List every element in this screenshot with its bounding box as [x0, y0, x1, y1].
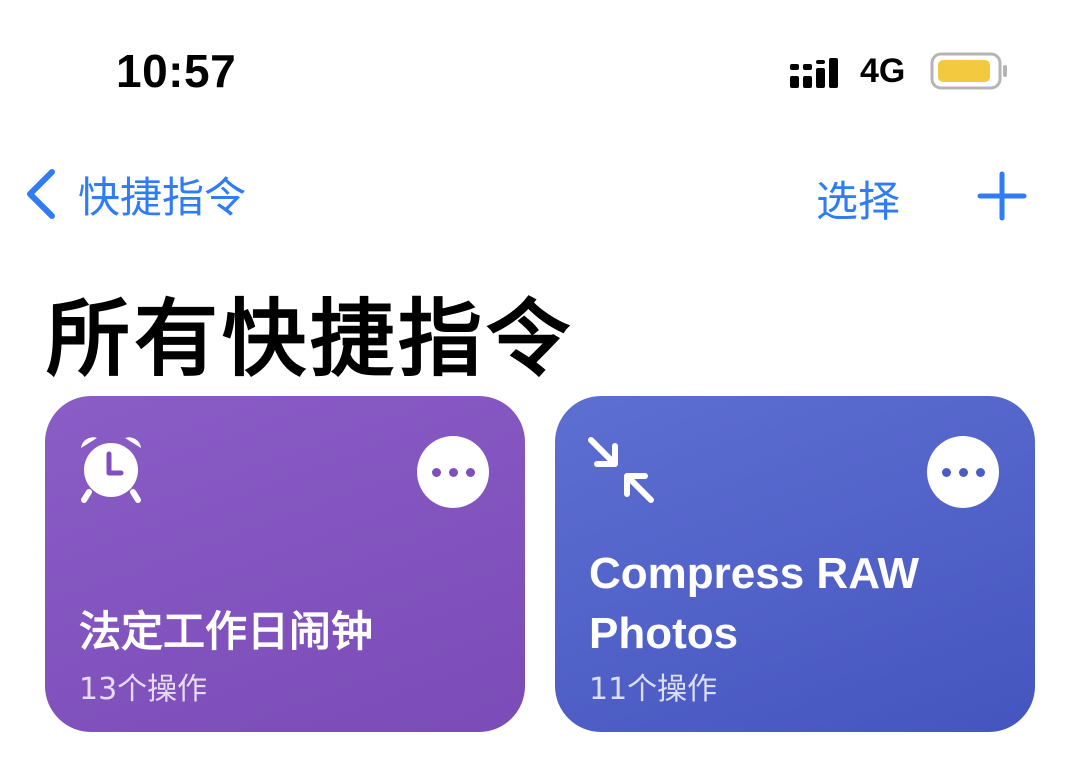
shortcut-title: 法定工作日闹钟	[79, 607, 374, 656]
alarm-clock-icon	[81, 437, 141, 503]
battery-icon	[930, 52, 1007, 90]
shortcut-title-line: Photos	[589, 609, 739, 658]
status-time: 10:57	[116, 45, 237, 97]
shortcut-card[interactable]: Compress RAW Photos 11个操作	[555, 396, 1035, 732]
shortcut-title: Compress RAW Photos	[589, 544, 989, 664]
shortcut-title-line: Compress RAW	[589, 549, 920, 598]
navigation-bar: 快捷指令 选择	[0, 150, 1080, 240]
shortcut-action-count: 13个操作	[79, 672, 208, 707]
status-bar: 10:57 4G	[0, 0, 1080, 140]
page-title: 所有快捷指令	[46, 290, 575, 388]
more-options-button[interactable]	[417, 436, 489, 508]
shortcut-card[interactable]: 法定工作日闹钟 13个操作	[45, 396, 525, 732]
more-dot-icon	[448, 467, 458, 477]
more-dot-icon	[941, 467, 951, 477]
more-dot-icon	[465, 467, 475, 477]
plus-icon[interactable]	[974, 168, 1030, 224]
chevron-left-icon	[27, 169, 55, 219]
more-dot-icon	[958, 467, 968, 477]
more-options-button[interactable]	[927, 436, 999, 508]
more-dot-icon	[431, 467, 441, 477]
shortcut-action-count: 11个操作	[589, 672, 718, 707]
network-type: 4G	[860, 52, 906, 90]
cellular-signal-icon	[790, 58, 838, 88]
back-button[interactable]: 快捷指令	[22, 164, 246, 224]
more-dot-icon	[975, 467, 985, 477]
back-button-label: 快捷指令	[78, 172, 247, 222]
compress-arrows-icon	[588, 437, 654, 503]
select-button[interactable]: 选择	[816, 168, 900, 229]
